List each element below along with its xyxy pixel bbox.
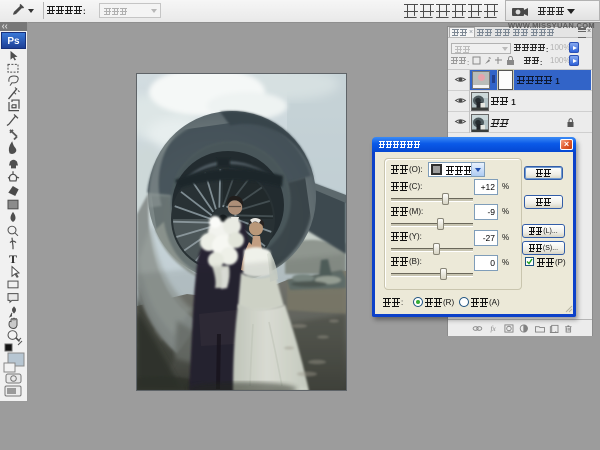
svg-text:T: T [9,253,17,266]
svg-text:fx: fx [491,325,497,333]
